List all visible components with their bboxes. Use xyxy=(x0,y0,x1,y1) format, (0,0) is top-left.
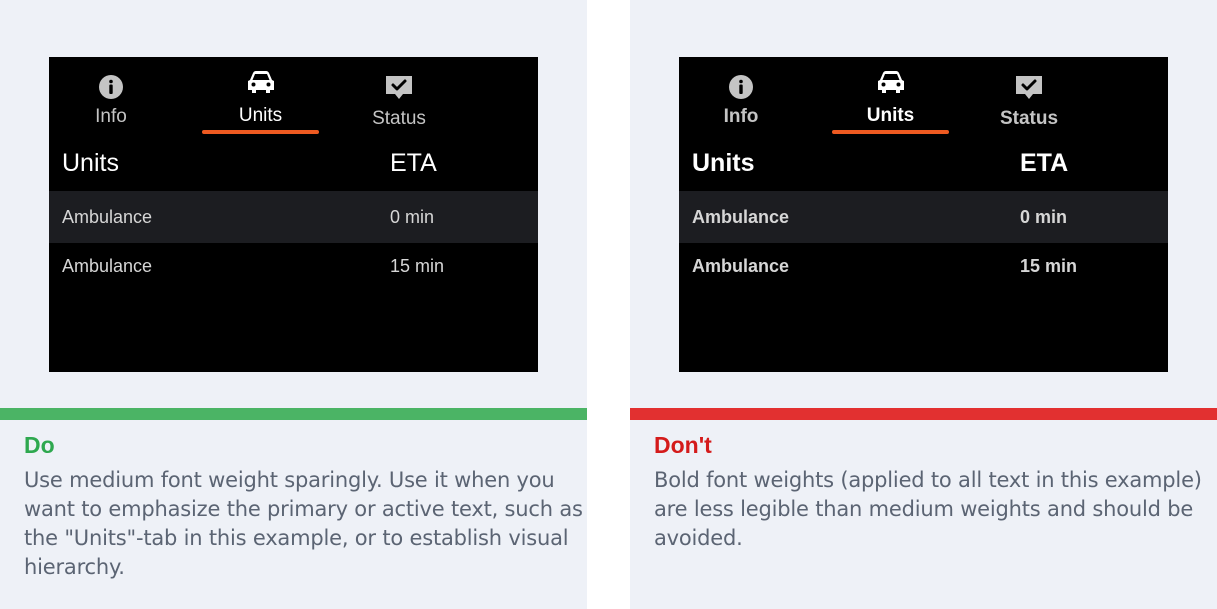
do-example-panel: Info Units Status Units ETA Ambulance 0 … xyxy=(0,0,587,609)
unit-name: Ambulance xyxy=(692,256,790,276)
device-screen: Info Units Status Units ETA Ambulance 0 … xyxy=(679,57,1168,372)
do-description: Use medium font weight sparingly. Use it… xyxy=(24,468,583,579)
tab-status[interactable]: Status xyxy=(356,57,442,137)
unit-name: Ambulance xyxy=(692,207,790,227)
unit-name: Ambulance xyxy=(62,207,153,227)
status-check-icon xyxy=(386,76,412,99)
units-column-header: Units xyxy=(62,149,119,177)
table-row[interactable]: Ambulance 15 min xyxy=(49,240,538,292)
do-indicator-bar xyxy=(0,408,587,420)
car-icon xyxy=(877,71,904,93)
tab-info[interactable]: Info xyxy=(69,57,153,137)
info-icon xyxy=(99,75,123,99)
info-icon xyxy=(729,75,753,99)
unit-eta: 0 min xyxy=(390,207,435,227)
table-row[interactable]: Ambulance 0 min xyxy=(49,191,538,243)
table-row[interactable]: Ambulance 0 min xyxy=(679,191,1168,243)
active-tab-indicator xyxy=(832,130,949,134)
eta-column-header: ETA xyxy=(1020,149,1069,177)
do-heading: Do xyxy=(24,432,55,458)
tab-status[interactable]: Status xyxy=(986,57,1072,137)
eta-column-header: ETA xyxy=(390,149,437,177)
units-column-header: Units xyxy=(692,149,755,177)
tab-status-label: Status xyxy=(372,108,426,129)
dont-heading: Don't xyxy=(654,432,712,458)
dont-description: Bold font weights (applied to all text i… xyxy=(654,468,1202,550)
unit-name: Ambulance xyxy=(62,256,153,276)
device-screen: Info Units Status Units ETA Ambulance 0 … xyxy=(49,57,538,372)
tab-info-label: Info xyxy=(723,106,759,127)
dont-indicator-bar xyxy=(630,408,1217,420)
car-icon xyxy=(247,71,274,93)
tab-status-label: Status xyxy=(999,108,1059,129)
status-check-icon xyxy=(1016,76,1042,99)
tab-units-label: Units xyxy=(866,105,915,126)
tab-units-label: Units xyxy=(238,105,283,126)
dont-example-panel: Info Units Status Units ETA Ambulance 0 … xyxy=(630,0,1217,609)
tab-info[interactable]: Info xyxy=(699,57,783,137)
active-tab-indicator xyxy=(202,130,319,134)
tab-units[interactable]: Units xyxy=(832,57,949,137)
tab-info-label: Info xyxy=(95,106,127,127)
tab-units[interactable]: Units xyxy=(202,57,319,137)
unit-eta: 0 min xyxy=(1020,207,1068,227)
unit-eta: 15 min xyxy=(1020,256,1078,276)
table-row[interactable]: Ambulance 15 min xyxy=(679,240,1168,292)
unit-eta: 15 min xyxy=(390,256,445,276)
